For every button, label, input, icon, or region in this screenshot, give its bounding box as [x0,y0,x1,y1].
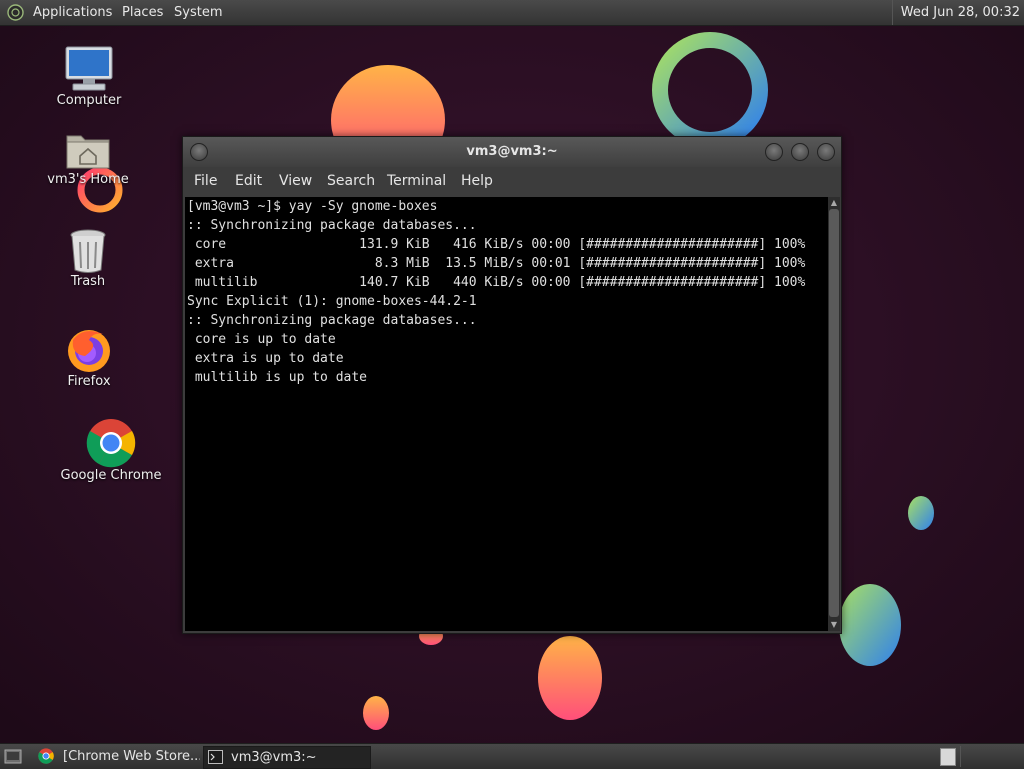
minimize-button[interactable] [765,143,783,161]
menu-terminal[interactable]: Terminal [387,167,446,195]
menu-search[interactable]: Search [327,167,375,195]
desktop-icon-chrome[interactable]: Google Chrome [56,418,166,483]
terminal-line: core 131.9 KiB 416 KiB/s 00:00 [########… [187,237,806,252]
terminal-window[interactable]: vm3@vm3:~ File Edit View Search Terminal… [182,136,842,634]
window-title: vm3@vm3:~ [466,144,558,159]
scroll-up-icon[interactable]: ▲ [828,197,840,209]
desktop-icon-label: Trash [70,274,106,289]
menu-view[interactable]: View [279,167,312,195]
maximize-button[interactable] [791,143,809,161]
desktop-icon-home[interactable]: vm3's Home [33,128,143,187]
taskbar-item-label: [Chrome Web Store... [63,749,200,764]
workspace-switcher[interactable] [960,746,1023,767]
terminal-scrollbar[interactable]: ▲ ▼ [828,197,840,631]
trash-icon [70,229,106,273]
home-folder-icon [66,135,110,169]
menu-edit[interactable]: Edit [235,167,262,195]
window-menubar: File Edit View Search Terminal Help [183,167,841,195]
terminal-line: extra 8.3 MiB 13.5 MiB/s 00:01 [########… [187,256,806,271]
computer-icon [65,46,113,91]
desktop-icon-label: Computer [56,93,122,108]
system-menu[interactable]: System [174,0,222,25]
terminal-line: multilib is up to date [187,370,368,385]
scroll-down-icon[interactable]: ▼ [828,619,840,631]
desktop-icon-label: Firefox [67,374,111,389]
taskbar-item-chrome[interactable]: [Chrome Web Store... [36,746,200,767]
bottom-panel: [Chrome Web Store... vm3@vm3:~ [0,743,1024,769]
places-menu[interactable]: Places [122,0,163,25]
close-button[interactable] [817,143,835,161]
firefox-icon [68,330,110,372]
workspace-switcher-active[interactable] [940,748,956,766]
applications-menu[interactable]: Applications [33,0,112,25]
terminal-line: :: Synchronizing package databases... [187,218,477,233]
desktop-icon-computer[interactable]: Computer [34,45,144,108]
scrollbar-thumb[interactable] [829,209,839,617]
desktop-icon-trash[interactable]: Trash [33,228,143,289]
desktop-icon-label: vm3's Home [47,172,129,187]
window-titlebar[interactable]: vm3@vm3:~ [183,137,841,167]
top-panel: Applications Places System Wed Jun 28, 0… [0,0,1024,26]
taskbar-item-terminal[interactable]: vm3@vm3:~ [203,746,371,769]
terminal-line: [vm3@vm3 ~]$ yay -Sy gnome-boxes [187,199,438,214]
menu-help[interactable]: Help [461,167,493,195]
desktop-icon-firefox[interactable]: Firefox [34,326,144,389]
distro-logo-icon[interactable] [7,4,24,21]
chrome-icon [86,419,136,468]
show-desktop-icon[interactable] [4,749,22,764]
terminal-line: :: Synchronizing package databases... [187,313,477,328]
terminal-line: core is up to date [187,332,336,347]
terminal-line: multilib 140.7 KiB 440 KiB/s 00:00 [####… [187,275,806,290]
clock[interactable]: Wed Jun 28, 00:32 [891,0,1020,25]
menu-file[interactable]: File [194,167,217,195]
desktop-icon-label: Google Chrome [60,468,162,483]
terminal-line: Sync Explicit (1): gnome-boxes-44.2-1 [187,294,477,309]
chrome-icon [38,748,54,764]
terminal-line: extra is up to date [187,351,344,366]
taskbar-item-label: vm3@vm3:~ [231,750,317,765]
terminal-output[interactable]: [vm3@vm3 ~]$ yay -Sy gnome-boxes :: Sync… [185,197,828,631]
terminal-icon [208,750,223,764]
